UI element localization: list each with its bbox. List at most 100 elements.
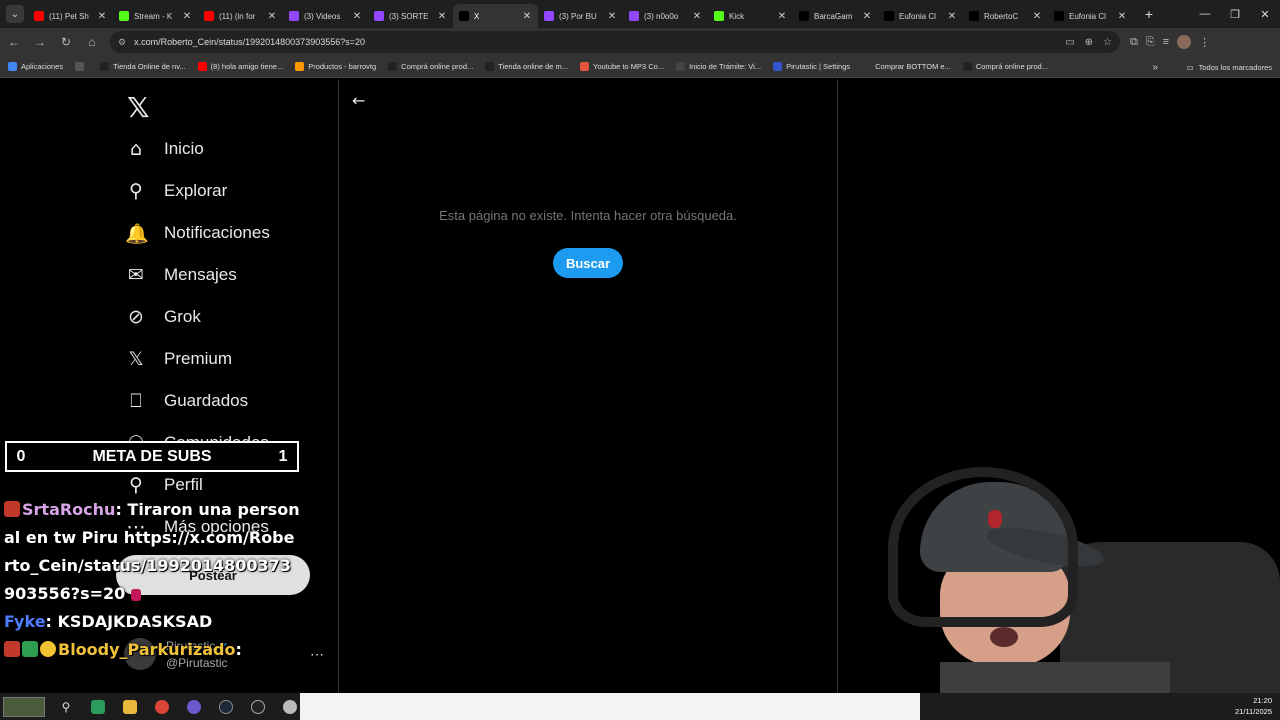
site-info-icon[interactable]: ⚙ <box>118 37 126 48</box>
bookmark-item[interactable] <box>75 62 88 71</box>
browser-tab[interactable]: (11) (in for ✕ <box>198 4 283 28</box>
bookmark-item[interactable]: Youtube to MP3 Co... <box>580 62 664 71</box>
tab-favicon-icon <box>629 11 639 21</box>
tab-close-icon[interactable]: ✕ <box>1117 11 1127 22</box>
tab-close-icon[interactable]: ✕ <box>777 11 787 22</box>
tab-close-icon[interactable]: ✕ <box>607 11 617 22</box>
clock-time: 21:20 <box>1253 696 1272 705</box>
tab-close-icon[interactable]: ✕ <box>97 11 107 22</box>
back-arrow-icon[interactable]: ← <box>352 91 365 110</box>
bookmark-label: Productos - barrovtg <box>308 62 377 71</box>
browser-tab[interactable]: (3) Por BU ✕ <box>538 4 623 28</box>
browser-tab[interactable]: (11) Pet Sh ✕ <box>28 4 113 28</box>
steam-icon[interactable] <box>215 698 237 716</box>
minimize-icon[interactable]: — <box>1190 0 1220 28</box>
sidebar-item-mensajes[interactable]: ✉ Mensajes <box>125 255 237 295</box>
home-browser-icon[interactable]: ⌂ <box>80 30 104 54</box>
bookmark-item[interactable]: Aplicaciones <box>8 62 63 71</box>
browser-tab[interactable]: Eufonia Cl ✕ <box>878 4 963 28</box>
browser-toolbar: ← → ↻ ⌂ ⚙ x.com/Roberto_Cein/status/1992… <box>0 28 1280 56</box>
taskbar-thumbnail[interactable] <box>3 696 45 717</box>
sync-icon[interactable]: ⎘ <box>1146 36 1155 49</box>
tab-title: BarcaGam <box>814 11 853 21</box>
app-icon[interactable] <box>87 698 109 716</box>
search-icon[interactable]: ⚲ <box>55 698 77 716</box>
search-button[interactable]: Buscar <box>553 248 623 278</box>
tab-close-icon[interactable]: ✕ <box>692 11 702 22</box>
window-controls: — ❐ ✕ <box>1190 0 1280 28</box>
menu-icon[interactable]: ⋮ <box>1199 36 1210 49</box>
tab-favicon-icon <box>799 11 809 21</box>
stream-chat: SrtaRochu: Tiraron una personal en tw Pi… <box>4 496 300 664</box>
tab-close-icon[interactable]: ✕ <box>862 11 872 22</box>
browser-tab[interactable]: RobertoC ✕ <box>963 4 1048 28</box>
bookmark-item[interactable]: Inicio de Trámite: Vi... <box>676 62 761 71</box>
tab-close-icon[interactable]: ✕ <box>437 11 447 22</box>
browser-tab[interactable]: Eufonia Cl ✕ <box>1048 4 1133 28</box>
emote-icon <box>130 589 141 601</box>
back-icon[interactable]: ← <box>2 30 26 54</box>
tab-close-icon[interactable]: ✕ <box>1032 11 1042 22</box>
sidebar-item-grok[interactable]: ⊘ Grok <box>125 297 201 337</box>
browser-tab[interactable]: X ✕ <box>453 4 538 28</box>
tab-close-icon[interactable]: ✕ <box>267 11 277 22</box>
close-window-icon[interactable]: ✕ <box>1250 0 1280 28</box>
tab-close-icon[interactable]: ✕ <box>352 11 362 22</box>
restore-icon[interactable]: ❐ <box>1220 0 1250 28</box>
folder-icon[interactable] <box>119 698 141 716</box>
x-premium-icon: 𝕏 <box>128 348 144 370</box>
bookmark-item[interactable]: (8) hola amigo tiene... <box>197 62 283 71</box>
obs-icon[interactable] <box>183 698 205 716</box>
tab-close-icon[interactable]: ✕ <box>522 11 532 22</box>
address-bar[interactable]: ⚙ x.com/Roberto_Cein/status/199201480037… <box>110 31 1120 53</box>
column-divider-left <box>338 79 339 693</box>
account-more-icon[interactable]: ⋯ <box>310 646 324 663</box>
reload-icon[interactable]: ↻ <box>54 30 78 54</box>
forward-icon[interactable]: → <box>28 30 52 54</box>
sidebar-item-notificaciones[interactable]: 🔔 Notificaciones <box>125 213 270 253</box>
bookmark-item[interactable]: Pirutastic | Settings <box>773 62 850 71</box>
chrome-icon[interactable] <box>151 698 173 716</box>
tab-close-icon[interactable]: ✕ <box>182 11 192 22</box>
star-icon[interactable]: ☆ <box>1103 37 1112 48</box>
browser-tab[interactable]: Stream - K ✕ <box>113 4 198 28</box>
chat-message: SrtaRochu: Tiraron una personal en tw Pi… <box>4 500 300 603</box>
emote-icon <box>40 641 56 657</box>
sidebar-item-explorar[interactable]: ⚲ Explorar <box>125 171 227 211</box>
tab-list: (11) Pet Sh ✕ Stream - K ✕ (11) (in for ✕ (3) … <box>28 0 1133 28</box>
profile-avatar[interactable] <box>1177 35 1192 49</box>
bookmarks-overflow[interactable]: » <box>1152 56 1158 78</box>
bookmark-favicon-icon <box>773 62 783 71</box>
sidebar-item-premium[interactable]: 𝕏 Premium <box>125 339 232 379</box>
bookmark-item[interactable]: Tienda Online de nv... <box>100 62 186 71</box>
tab-search-button[interactable]: ⌄ <box>6 5 24 23</box>
all-bookmarks[interactable]: ▭ Todos los marcadores <box>1187 56 1272 78</box>
extensions-icon[interactable]: ⧉ <box>1130 36 1138 49</box>
sidebar-item-inicio[interactable]: ⌂ Inicio <box>125 129 204 169</box>
sidebar-item-label: Explorar <box>164 181 228 200</box>
system-clock[interactable]: 21:20 21/11/2025 <box>1235 695 1272 717</box>
bookmark-label: Comprá online prod... <box>401 62 474 71</box>
bookmark-item[interactable]: Comprar BOTTOM e... <box>862 62 951 71</box>
sidebar-item-label: Grok <box>164 307 201 326</box>
tab-close-icon[interactable]: ✕ <box>947 11 957 22</box>
home-icon: ⌂ <box>129 138 143 160</box>
bookmark-item[interactable]: Tienda online de m... <box>485 62 568 71</box>
zoom-icon[interactable]: ⊕ <box>1085 37 1093 48</box>
bookmark-item[interactable]: Comprá online prod... <box>962 62 1048 71</box>
media-icon[interactable]: ≡ <box>1163 36 1169 48</box>
new-tab-button[interactable]: + <box>1139 6 1159 22</box>
browser-tab[interactable]: (3) SORTE ✕ <box>368 4 453 28</box>
app2-icon[interactable] <box>247 698 269 716</box>
webcam-feed <box>880 462 1280 693</box>
app3-icon[interactable] <box>279 698 301 716</box>
browser-tab[interactable]: (3) n0o0o ✕ <box>623 4 708 28</box>
x-logo-icon[interactable]: 𝕏 <box>127 91 150 124</box>
cast-icon[interactable]: ▭ <box>1065 37 1074 48</box>
browser-tab[interactable]: Kick ✕ <box>708 4 793 28</box>
sidebar-item-guardados[interactable]: ⎕ Guardados <box>125 381 248 421</box>
browser-tab[interactable]: (3) Videos ✕ <box>283 4 368 28</box>
bookmark-item[interactable]: Comprá online prod... <box>388 62 473 71</box>
browser-tab[interactable]: BarcaGam ✕ <box>793 4 878 28</box>
bookmark-item[interactable]: Productos - barrovtg <box>295 62 376 71</box>
